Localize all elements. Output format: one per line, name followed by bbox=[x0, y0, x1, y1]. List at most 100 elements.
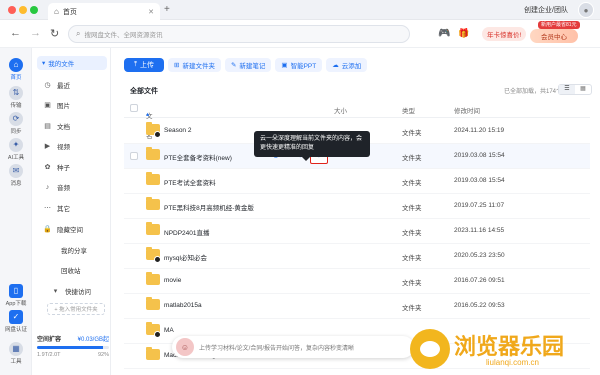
table-row[interactable]: mysql必知必会 文件夹 2020.05.23 23:50 bbox=[124, 244, 590, 269]
quota-total: 1.9T/2.0T bbox=[37, 352, 61, 358]
upload-label: 上传 bbox=[140, 62, 155, 69]
rail-item-sync[interactable]: ⟳ 同步 bbox=[0, 112, 32, 135]
file-name[interactable]: mysql必知必会 bbox=[164, 252, 207, 262]
sidebar-item-seeds[interactable]: ✿ 种子 bbox=[43, 162, 70, 172]
gift-icon[interactable]: 🎁 bbox=[458, 28, 469, 39]
rail-label: App下载 bbox=[5, 301, 27, 307]
rail-label: 网盘认证 bbox=[4, 327, 27, 333]
row-checkbox[interactable] bbox=[130, 152, 138, 160]
sidebar-item-other[interactable]: ⋯ 其它 bbox=[43, 203, 70, 213]
create-team-link[interactable]: 创建企业/团队 bbox=[524, 5, 568, 15]
sort-arrow-icon: ▴ bbox=[146, 111, 150, 118]
file-type: 文件夹 bbox=[402, 280, 422, 287]
sidebar-item-label: 其它 bbox=[57, 206, 70, 213]
address-bar: ← → ↻ ⌕ 搜网盘文件、全网资源资讯 🎮 🎁 年卡惊喜价! 新用户最省81元… bbox=[0, 20, 600, 48]
file-modified: 2023.11.16 14:55 bbox=[454, 227, 505, 234]
new-folder-button[interactable]: ⊞ 新建文件夹 bbox=[168, 58, 221, 72]
file-type: 文件夹 bbox=[402, 230, 422, 237]
ai-assistant-avatar-icon[interactable]: ☺ bbox=[176, 338, 194, 356]
refresh-icon[interactable]: ↻ bbox=[50, 27, 59, 40]
column-type[interactable]: 类型 bbox=[402, 105, 415, 115]
sidebar-item-label: 图片 bbox=[57, 103, 70, 110]
quota-progress-fill bbox=[37, 346, 104, 349]
avatar[interactable]: ● bbox=[578, 2, 594, 18]
member-center-button[interactable]: 会员中心 bbox=[530, 29, 578, 43]
window-minimize-button[interactable] bbox=[19, 6, 27, 14]
view-toggle: ☰ ▦ bbox=[558, 84, 592, 95]
rail-label: 消息 bbox=[10, 181, 22, 187]
watermark-logo-icon bbox=[410, 329, 450, 369]
forward-arrow-icon[interactable]: → bbox=[30, 27, 41, 39]
sidebar-item-label: 种子 bbox=[57, 165, 70, 172]
sidebar-item-images[interactable]: ▣ 图片 bbox=[43, 100, 70, 110]
file-name[interactable]: PTE考试全套资料 bbox=[164, 177, 216, 187]
sidebar-item-recycle[interactable]: 回收站 bbox=[61, 265, 81, 275]
rail-item-home[interactable]: ⌂ 首页 bbox=[0, 58, 32, 81]
window-close-button[interactable] bbox=[8, 6, 16, 14]
back-arrow-icon[interactable]: ← bbox=[10, 27, 21, 39]
document-icon: ▤ bbox=[44, 123, 51, 130]
table-row[interactable]: PTE黑科技8月高频机经-黄金版 文件夹 2019.07.25 11:07 bbox=[124, 194, 590, 219]
storage-quota[interactable]: 空间扩容 ¥0.03/GB起 1.9T/2.0T 92% bbox=[37, 334, 109, 358]
sidebar-item-videos[interactable]: ▶ 视频 bbox=[43, 141, 70, 151]
rail-item-message[interactable]: ✉ 消息 bbox=[0, 164, 32, 187]
table-row[interactable]: movie 文件夹 2016.07.26 09:51 bbox=[124, 269, 590, 294]
folder-icon bbox=[146, 297, 160, 310]
promo-button[interactable]: 年卡惊喜价! bbox=[482, 27, 527, 41]
window-maximize-button[interactable] bbox=[30, 6, 38, 14]
upload-button[interactable]: ⤒ 上传 bbox=[124, 58, 164, 72]
note-icon: ✎ bbox=[230, 62, 237, 69]
column-modified[interactable]: 修改时间 bbox=[454, 105, 480, 115]
title-bar: ⌂ 首页 ✕ + 创建企业/团队 ● bbox=[0, 0, 600, 20]
sidebar-item-my-share[interactable]: 我的分享 bbox=[61, 245, 87, 255]
verify-icon: ✓ bbox=[9, 310, 23, 324]
sidebar-item-quick-access[interactable]: ▾ 快捷访问 bbox=[51, 286, 91, 296]
file-sidebar: ▾ 我的文件 ◷ 最近 ▣ 图片 ▤ 文档 ▶ 视频 ✿ 种子 ♪ 音频 ⋯ 其它 🔒 隐藏空间… bbox=[33, 48, 111, 375]
file-name[interactable]: matlab2015a bbox=[164, 302, 202, 309]
table-row[interactable]: matlab2015a 文件夹 2016.05.22 09:53 bbox=[124, 294, 590, 319]
cloud-add-button[interactable]: ☁ 云添加 bbox=[326, 58, 368, 72]
folder-icon bbox=[146, 272, 160, 285]
ai-assistant-bar[interactable]: ☺ 上传学习材料/论文/合同/报告开始问答，复杂内容秒变清晰 bbox=[172, 336, 414, 358]
upload-icon: ⤒ bbox=[133, 61, 138, 68]
sidebar-item-documents[interactable]: ▤ 文档 bbox=[43, 121, 70, 131]
list-view-icon[interactable]: ☰ bbox=[559, 85, 575, 94]
column-size[interactable]: 大小 bbox=[334, 105, 347, 115]
tab-close-icon[interactable]: ✕ bbox=[148, 8, 154, 16]
file-name[interactable]: movie bbox=[164, 277, 181, 284]
tab-home[interactable]: ⌂ 首页 ✕ bbox=[48, 3, 160, 20]
rail-item-transfer[interactable]: ⇅ 传输 bbox=[0, 86, 32, 109]
search-input[interactable]: ⌕ 搜网盘文件、全网资源资讯 bbox=[68, 25, 410, 43]
quota-title: 空间扩容 bbox=[37, 337, 62, 343]
loaded-count: 已全部加载，共174个 bbox=[504, 89, 563, 95]
table-row[interactable]: NPDP2401直播 文件夹 2023.11.16 14:55 bbox=[124, 219, 590, 244]
audio-icon: ♪ bbox=[45, 183, 50, 191]
page-title: 全部文件 bbox=[130, 88, 158, 95]
file-name[interactable]: NPDP2401直播 bbox=[164, 227, 210, 237]
sidebar-item-recent[interactable]: ◷ 最近 bbox=[43, 80, 70, 90]
rail-item-verify[interactable]: ✓ 网盘认证 bbox=[0, 310, 32, 333]
table-row[interactable]: PTE考试全套资料 文件夹 2019.03.08 15:54 bbox=[124, 169, 590, 194]
rail-item-tools[interactable]: ▦ 工具 bbox=[0, 342, 32, 365]
file-name[interactable]: PTE全套备考资料(new) bbox=[164, 152, 232, 162]
rail-label: 首页 bbox=[10, 75, 22, 81]
new-tab-icon[interactable]: + bbox=[164, 4, 170, 15]
rail-item-ai-tools[interactable]: ✦ AI工具 bbox=[0, 138, 32, 161]
new-note-button[interactable]: ✎ 新建笔记 bbox=[224, 58, 272, 72]
sidebar-item-audio[interactable]: ♪ 音频 bbox=[43, 182, 70, 193]
file-name[interactable]: PTE黑科技8月高频机经-黄金版 bbox=[164, 202, 254, 212]
smart-ppt-button[interactable]: ▣ 智能PPT bbox=[275, 58, 323, 72]
chevron-down-icon: ▾ bbox=[53, 288, 58, 295]
more-icon: ⋯ bbox=[44, 205, 51, 212]
game-icon[interactable]: 🎮 bbox=[438, 28, 450, 39]
grid-view-icon[interactable]: ▦ bbox=[575, 85, 591, 94]
sidebar-item-label: 隐藏空间 bbox=[57, 227, 83, 234]
file-name[interactable]: Season 2 bbox=[164, 127, 191, 134]
file-name[interactable]: MA bbox=[164, 327, 174, 334]
add-quick-folder-button[interactable]: + 拖入常用文件夹 bbox=[47, 303, 105, 315]
chevron-down-icon: ▾ bbox=[42, 60, 46, 67]
rail-item-app-download[interactable]: ▯ App下载 bbox=[0, 284, 32, 307]
select-all-checkbox[interactable] bbox=[130, 104, 138, 112]
sidebar-item-my-files[interactable]: ▾ 我的文件 bbox=[37, 56, 107, 70]
sidebar-item-hidden-space[interactable]: 🔒 隐藏空间 bbox=[43, 224, 83, 234]
